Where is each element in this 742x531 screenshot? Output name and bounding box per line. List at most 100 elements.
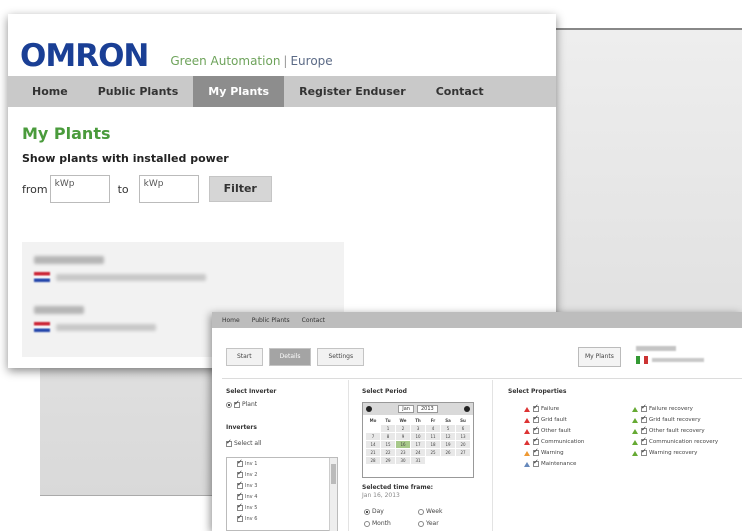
property-checkbox[interactable]: [641, 436, 647, 445]
nav-contact[interactable]: Contact: [421, 76, 499, 107]
property-checkbox[interactable]: [641, 425, 647, 434]
inverter-checkbox[interactable]: [237, 469, 243, 478]
property-option[interactable]: Failure recovery: [632, 403, 693, 412]
app-nav-public-plants[interactable]: Public Plants: [252, 317, 290, 324]
property-option[interactable]: Warning: [524, 447, 564, 456]
calendar-day[interactable]: 9: [396, 433, 410, 440]
property-checkbox[interactable]: [641, 403, 647, 412]
inverter-checkbox[interactable]: [237, 491, 243, 500]
plant-option[interactable]: Plant: [226, 399, 257, 408]
calendar-day[interactable]: 11: [426, 433, 440, 440]
omron-logo[interactable]: OMRON: [20, 41, 149, 72]
nav-my-plants[interactable]: My Plants: [193, 76, 285, 107]
range-radio[interactable]: [418, 520, 424, 527]
calendar-day[interactable]: 2: [396, 425, 410, 432]
calendar-day[interactable]: 5: [441, 425, 455, 432]
filter-button[interactable]: Filter: [208, 176, 272, 202]
calendar-day[interactable]: 26: [441, 449, 455, 456]
range-radio[interactable]: [364, 520, 370, 527]
list-item[interactable]: Inv 4: [227, 491, 337, 502]
property-checkbox[interactable]: [533, 447, 539, 456]
calendar-day[interactable]: 20: [456, 441, 470, 448]
inverter-checkbox[interactable]: [237, 513, 243, 522]
property-option[interactable]: Grid fault: [524, 414, 567, 423]
calendar-day[interactable]: 14: [366, 441, 380, 448]
inverter-checkbox[interactable]: [237, 502, 243, 511]
list-item[interactable]: Inv 2: [227, 469, 337, 480]
prev-month-icon[interactable]: [366, 406, 372, 412]
calendar-day[interactable]: 3: [411, 425, 425, 432]
property-option[interactable]: Maintenance: [524, 458, 576, 467]
property-option[interactable]: Communication recovery: [632, 436, 718, 445]
property-checkbox[interactable]: [533, 436, 539, 445]
inverter-list-scrollbar[interactable]: [329, 458, 337, 531]
inverter-checkbox[interactable]: [237, 480, 243, 489]
calendar-day[interactable]: 6: [456, 425, 470, 432]
calendar-day[interactable]: 10: [411, 433, 425, 440]
property-checkbox[interactable]: [533, 414, 539, 423]
select-all-checkbox[interactable]: [226, 438, 232, 447]
my-plants-button[interactable]: My Plants: [578, 347, 621, 367]
plant-item[interactable]: [34, 306, 156, 332]
calendar-day[interactable]: 31: [411, 457, 425, 464]
calendar-day[interactable]: 4: [426, 425, 440, 432]
next-month-icon[interactable]: [463, 406, 470, 412]
range-year[interactable]: Year: [418, 520, 439, 527]
select-all-option[interactable]: Select all: [226, 438, 261, 447]
calendar-day[interactable]: 17: [411, 441, 425, 448]
calendar-day[interactable]: 19: [441, 441, 455, 448]
property-option[interactable]: Warning recovery: [632, 447, 697, 456]
calendar-day[interactable]: 13: [456, 433, 470, 440]
property-option[interactable]: Grid fault recovery: [632, 414, 701, 423]
calendar-day[interactable]: 29: [381, 457, 395, 464]
calendar-day[interactable]: 21: [366, 449, 380, 456]
calendar-day[interactable]: 18: [426, 441, 440, 448]
plant-checkbox[interactable]: [234, 399, 240, 408]
property-option[interactable]: Other fault: [524, 425, 571, 434]
property-checkbox[interactable]: [533, 425, 539, 434]
app-nav-contact[interactable]: Contact: [302, 317, 325, 324]
property-option[interactable]: Other fault recovery: [632, 425, 705, 434]
range-radio[interactable]: [418, 508, 424, 515]
list-item[interactable]: Inv 1: [227, 458, 337, 469]
calendar-day[interactable]: 1: [381, 425, 395, 432]
plant-radio[interactable]: [226, 401, 232, 408]
calendar-day[interactable]: 30: [396, 457, 410, 464]
nav-home[interactable]: Home: [20, 76, 83, 107]
nav-public-plants[interactable]: Public Plants: [83, 76, 194, 107]
month-select[interactable]: Jan: [398, 405, 414, 413]
property-option[interactable]: Failure: [524, 403, 559, 412]
tab-details[interactable]: Details: [268, 348, 312, 366]
scroll-thumb[interactable]: [331, 464, 336, 484]
tab-settings[interactable]: Settings: [317, 348, 365, 366]
calendar-day[interactable]: 22: [381, 449, 395, 456]
inverter-list[interactable]: Inv 1 Inv 2 Inv 3 Inv 4 Inv 5 Inv 6: [226, 457, 338, 531]
calendar-day[interactable]: 24: [411, 449, 425, 456]
range-radio[interactable]: [364, 508, 370, 515]
calendar-day[interactable]: 8: [381, 433, 395, 440]
calendar-day[interactable]: 12: [441, 433, 455, 440]
list-item[interactable]: Inv 6: [227, 513, 337, 524]
list-item[interactable]: Inv 5: [227, 502, 337, 513]
property-checkbox[interactable]: [641, 447, 647, 456]
calendar-day[interactable]: 23: [396, 449, 410, 456]
calendar-day[interactable]: 25: [426, 449, 440, 456]
property-checkbox[interactable]: [533, 403, 539, 412]
calendar-day[interactable]: 15: [381, 441, 395, 448]
from-input[interactable]: kWp: [49, 175, 110, 203]
calendar-day[interactable]: 28: [366, 457, 380, 464]
range-week[interactable]: Week: [418, 508, 442, 515]
inverter-checkbox[interactable]: [237, 458, 243, 467]
property-option[interactable]: Communication: [524, 436, 584, 445]
calendar-day[interactable]: 27: [456, 449, 470, 456]
plant-item[interactable]: [34, 256, 206, 282]
range-month[interactable]: Month: [364, 520, 391, 527]
calendar-day[interactable]: 16: [396, 441, 410, 448]
list-item[interactable]: Inv 3: [227, 480, 337, 491]
property-checkbox[interactable]: [641, 414, 647, 423]
year-select[interactable]: 2013: [416, 405, 438, 413]
range-day[interactable]: Day: [364, 508, 384, 515]
to-input[interactable]: kWp: [138, 175, 199, 203]
nav-register-enduser[interactable]: Register Enduser: [284, 76, 421, 107]
tab-start[interactable]: Start: [226, 348, 263, 366]
